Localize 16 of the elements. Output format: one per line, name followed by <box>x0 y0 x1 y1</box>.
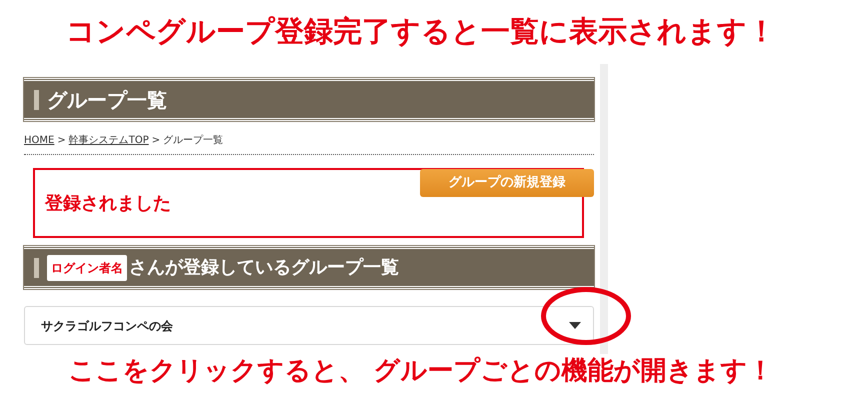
breadcrumb-separator: > <box>56 134 67 148</box>
heading-bar-icon <box>34 258 39 278</box>
annotation-note: ここをクリックすると、 グループごとの機能が開きます！ <box>68 355 774 388</box>
dropdown-caret-icon <box>569 322 581 329</box>
heading-bar-icon <box>34 90 39 110</box>
group-list-heading: さんが登録しているグループ一覧 <box>129 256 399 280</box>
breadcrumb-separator: > <box>150 134 162 148</box>
breadcrumb-link[interactable]: 幹事システムTOP <box>68 133 149 148</box>
page-title: グループ一覧 <box>47 86 167 114</box>
annotation-title: コンペグループ登録完了すると一覧に表示されます！ <box>66 13 776 50</box>
success-message: 登録されました <box>45 192 171 216</box>
breadcrumb-current: グループ一覧 <box>163 134 224 148</box>
breadcrumb-link[interactable]: HOME <box>24 133 54 148</box>
login-name-badge: ログイン者名 <box>47 254 127 280</box>
group-select[interactable]: サクラゴルフコンペの会 <box>24 306 594 345</box>
group-name: サクラゴルフコンペの会 <box>41 318 173 334</box>
